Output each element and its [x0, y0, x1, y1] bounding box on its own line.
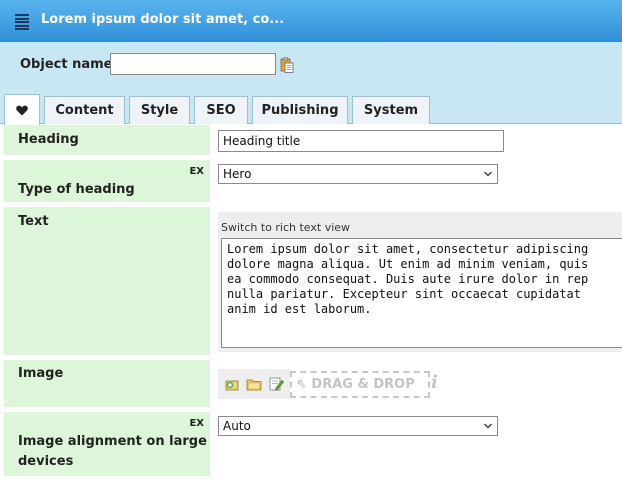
image-alignment-select[interactable]: Auto — [218, 416, 498, 436]
tab-content[interactable]: Content — [44, 96, 125, 124]
image-tools — [218, 369, 290, 399]
ex-badge: EX — [189, 418, 204, 429]
add-image-icon[interactable] — [224, 376, 240, 392]
chevron-down-icon — [484, 423, 492, 429]
heading-label: Heading — [18, 132, 79, 147]
edit-icon[interactable] — [268, 376, 284, 392]
type-of-heading-label-cell: EX Type of heading — [4, 160, 210, 202]
tab-system[interactable]: System — [352, 96, 430, 124]
type-of-heading-value: Hero — [223, 167, 252, 181]
image-label-cell: Image — [4, 360, 210, 407]
ex-badge: EX — [189, 166, 204, 177]
image-alignment-label-line1: Image alignment on large — [18, 434, 207, 449]
clipboard-icon[interactable] — [280, 57, 294, 73]
tab-style[interactable]: Style — [129, 96, 190, 124]
text-label-cell: Text — [4, 207, 210, 355]
image-alignment-value: Auto — [223, 419, 251, 433]
hamburger-menu-icon[interactable] — [15, 14, 29, 31]
type-of-heading-select[interactable]: Hero — [218, 164, 498, 184]
image-label: Image — [18, 366, 64, 381]
folder-icon[interactable] — [246, 376, 262, 392]
heading-input[interactable] — [218, 130, 504, 152]
type-of-heading-label: Type of heading — [18, 182, 135, 197]
heading-label-cell: Heading — [4, 125, 210, 155]
object-name-input[interactable] — [110, 53, 276, 75]
window-title: Lorem ipsum dolor sit amet, co... — [41, 12, 285, 27]
text-label: Text — [18, 214, 49, 229]
heart-icon — [16, 105, 28, 115]
info-icon[interactable]: i — [431, 372, 438, 393]
text-editor: Switch to rich text view — [218, 212, 622, 352]
chevron-down-icon — [484, 171, 492, 177]
image-alignment-label-line2: devices — [18, 454, 74, 469]
switch-to-rich-text-link[interactable]: Switch to rich text view — [221, 221, 350, 234]
tab-publishing[interactable]: Publishing — [252, 96, 348, 124]
object-name-label: Object name — [20, 57, 113, 72]
tab-favorites[interactable] — [4, 94, 40, 125]
image-alignment-label-cell: EX Image alignment on large devices — [4, 412, 210, 476]
text-textarea[interactable] — [221, 238, 622, 348]
drag-and-drop-zone[interactable]: ⇖ DRAG & DROP — [290, 371, 430, 398]
window-titlebar: Lorem ipsum dolor sit amet, co... — [0, 0, 622, 42]
tab-seo[interactable]: SEO — [194, 96, 248, 124]
